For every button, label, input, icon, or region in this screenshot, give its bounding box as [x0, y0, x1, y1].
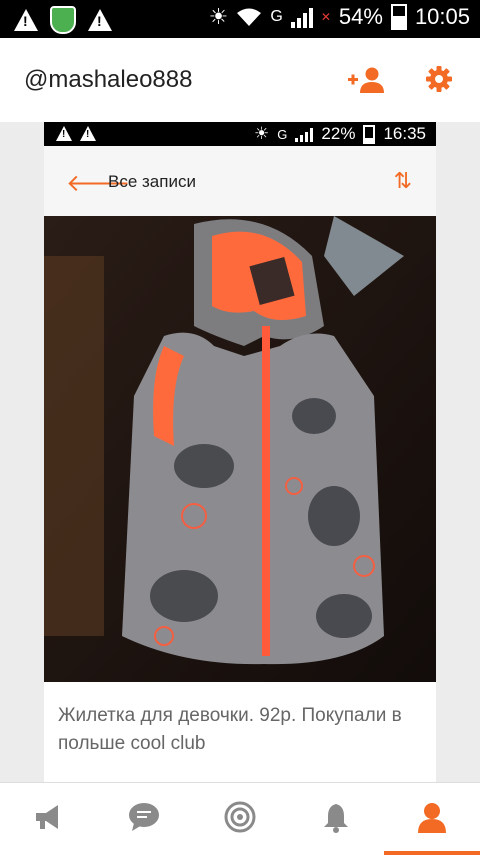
clock: 16:35 — [383, 124, 426, 143]
person-icon — [418, 803, 446, 833]
network-type: G — [270, 8, 283, 25]
card-footer-fade — [44, 762, 436, 782]
wifi-icon — [237, 8, 262, 26]
nav-messages[interactable] — [96, 783, 192, 855]
warning-icon — [88, 9, 112, 31]
inner-nav-title: Все записи — [108, 172, 196, 191]
bottom-nav — [0, 782, 480, 855]
username: @mashaleo888 — [24, 66, 193, 93]
battery-icon — [390, 4, 407, 30]
megaphone-icon — [36, 805, 58, 829]
battery-icon — [363, 124, 376, 144]
bell-icon — [324, 804, 348, 833]
profile-header: @mashaleo888 — [0, 38, 480, 122]
signal-icon — [290, 6, 313, 28]
chat-icon — [129, 803, 159, 831]
network-type: G — [277, 126, 288, 142]
nav-discover[interactable] — [192, 783, 288, 855]
inner-nav-bar: 🡐 Все записи ⇅ — [44, 146, 436, 216]
nav-feed[interactable] — [0, 783, 96, 855]
status-bar: ☀ G ✕ 54% 10:05 — [0, 0, 480, 38]
sort-arrows-icon[interactable]: ⇅ — [394, 168, 412, 194]
warning-icon — [14, 9, 38, 31]
vest-illustration — [44, 216, 436, 682]
post-caption: Жилетка для девочки. 92р. Покупали в пол… — [58, 705, 402, 754]
nav-notifications[interactable] — [288, 783, 384, 855]
inner-status-bar: ☀ G 22% 16:35 — [44, 122, 436, 146]
gear-icon[interactable] — [426, 66, 452, 92]
clock: 10:05 — [414, 4, 470, 29]
add-person-icon[interactable] — [348, 66, 384, 94]
signal-icon — [295, 127, 314, 142]
brightness-icon: ☀ — [208, 4, 229, 29]
battery-percent: 22% — [321, 124, 356, 143]
warning-icon — [56, 126, 72, 141]
battery-percent: 54% — [338, 4, 383, 29]
shield-icon — [50, 6, 76, 34]
nav-profile[interactable] — [384, 783, 480, 855]
post-card[interactable]: ☀ G 22% 16:35 🡐 Все записи ⇅ — [44, 122, 436, 782]
target-icon — [224, 801, 256, 833]
post-photo[interactable] — [44, 216, 436, 682]
warning-icon — [80, 126, 96, 141]
sim2-icon: ✕ — [320, 10, 331, 24]
brightness-icon: ☀ — [254, 124, 270, 143]
active-tab-indicator — [384, 851, 480, 855]
